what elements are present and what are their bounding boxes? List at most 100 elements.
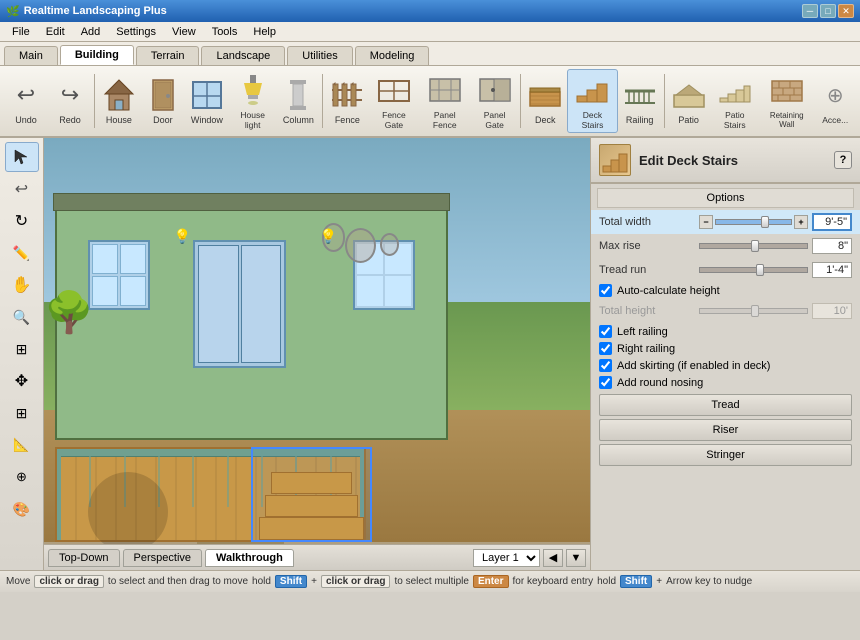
tool-undo2[interactable]: ↩ — [5, 174, 39, 204]
tool-select[interactable] — [5, 142, 39, 172]
tool-zoom-in[interactable]: 🔍 — [5, 302, 39, 332]
total-width-increase[interactable]: + — [794, 215, 808, 229]
maximize-button[interactable]: □ — [820, 4, 836, 18]
total-width-track[interactable] — [715, 219, 792, 225]
menu-edit[interactable]: Edit — [38, 24, 73, 40]
tool-crop[interactable]: ⊞ — [5, 334, 39, 364]
add-skirting-checkbox[interactable] — [599, 359, 612, 372]
toolbar-patio-label: Patio — [678, 115, 699, 125]
tab-terrain[interactable]: Terrain — [136, 46, 200, 65]
statusbar: Move click or drag to select and then dr… — [0, 570, 860, 592]
tab-building[interactable]: Building — [60, 45, 134, 65]
toolbar-deckstairs[interactable]: Deck Stairs — [567, 69, 617, 133]
tread-run-value[interactable] — [812, 262, 852, 278]
tab-main[interactable]: Main — [4, 46, 58, 65]
tool-grid[interactable]: ⊞ — [5, 398, 39, 428]
menu-add[interactable]: Add — [73, 24, 109, 40]
toolbar-fence[interactable]: Fence — [325, 75, 369, 127]
tread-run-track[interactable] — [699, 267, 808, 273]
deckstairs-icon — [574, 72, 610, 108]
menu-settings[interactable]: Settings — [108, 24, 164, 40]
max-rise-track[interactable] — [699, 243, 808, 249]
left-panel: ↩ ↻ ✏️ ✋ 🔍 ⊞ ✥ ⊞ 📐 ⊕ 🎨 — [0, 138, 44, 570]
toolbar-accessories[interactable]: ⊕ Acce... — [815, 75, 856, 127]
max-rise-value[interactable] — [812, 238, 852, 254]
auto-calc-label[interactable]: Auto-calculate height — [617, 285, 720, 297]
view-tab-walkthrough[interactable]: Walkthrough — [205, 549, 294, 567]
deck-icon — [527, 77, 563, 113]
total-height-slider-container — [699, 308, 808, 314]
toolbar-deck[interactable]: Deck — [523, 75, 567, 127]
toolbar-house[interactable]: House — [97, 75, 141, 127]
total-height-track — [699, 308, 808, 314]
window-icon — [189, 77, 225, 113]
left-railing-checkbox[interactable] — [599, 325, 612, 338]
tool-move[interactable]: ✥ — [5, 366, 39, 396]
toolbar-railing[interactable]: Railing — [618, 75, 662, 127]
toolbar-undo-label: Undo — [15, 115, 37, 125]
tool-measure[interactable]: 📐 — [5, 430, 39, 460]
toolbar-retainingwall[interactable]: Retaining Wall — [759, 71, 815, 131]
auto-calc-row: Auto-calculate height — [591, 282, 860, 299]
options-bar[interactable]: Options — [597, 188, 854, 208]
tool-pencil[interactable]: ✏️ — [5, 238, 39, 268]
tool-palette[interactable]: 🎨 — [5, 494, 39, 524]
tool-extra[interactable]: ⊕ — [5, 462, 39, 492]
add-round-nosing-checkbox[interactable] — [599, 376, 612, 389]
tab-modeling[interactable]: Modeling — [355, 46, 430, 65]
toolbar-column[interactable]: Column — [276, 75, 320, 127]
nav-next[interactable]: ▼ — [566, 549, 586, 567]
toolbar-undo[interactable]: ↩ Undo — [4, 75, 48, 127]
toolbar-window[interactable]: Window — [185, 75, 229, 127]
toolbar-houselight[interactable]: House light — [229, 70, 276, 132]
toolbar-redo[interactable]: ↪ Redo — [48, 75, 92, 127]
menu-tools[interactable]: Tools — [204, 24, 246, 40]
close-button[interactable]: ✕ — [838, 4, 854, 18]
status-clickdrag2: click or drag — [321, 575, 390, 588]
total-width-decrease[interactable]: − — [699, 215, 713, 229]
stringer-button[interactable]: Stringer — [599, 444, 852, 466]
railing-icon — [622, 77, 658, 113]
toolbar-fencegate[interactable]: Fence Gate — [369, 70, 418, 132]
toolbar-panelfence[interactable]: Panel Fence — [419, 70, 471, 132]
tab-landscape[interactable]: Landscape — [201, 46, 285, 65]
right-railing-label[interactable]: Right railing — [617, 343, 675, 355]
left-railing-label[interactable]: Left railing — [617, 326, 668, 338]
riser-button[interactable]: Riser — [599, 419, 852, 441]
toolbar-panelgate[interactable]: Panel Gate — [471, 70, 518, 132]
total-width-value[interactable] — [812, 213, 852, 231]
tread-button[interactable]: Tread — [599, 394, 852, 416]
tab-utilities[interactable]: Utilities — [287, 46, 352, 65]
toolbar-patiostairs[interactable]: Patio Stairs — [711, 70, 759, 132]
tool-rotate[interactable]: ↻ — [5, 206, 39, 236]
right-railing-checkbox[interactable] — [599, 342, 612, 355]
houselight-icon — [235, 72, 271, 108]
toolbar-railing-label: Railing — [626, 115, 654, 125]
auto-calc-checkbox[interactable] — [599, 284, 612, 297]
menu-file[interactable]: File — [4, 24, 38, 40]
layer-select[interactable]: Layer 1 — [473, 549, 540, 567]
nav-prev[interactable]: ◀ — [543, 549, 563, 567]
status-clickdrag1: click or drag — [34, 575, 103, 588]
menu-view[interactable]: View — [164, 24, 204, 40]
sep1 — [94, 74, 95, 128]
menu-help[interactable]: Help — [245, 24, 284, 40]
tool-hand[interactable]: ✋ — [5, 270, 39, 300]
toolbar-patiostairs-label: Patio Stairs — [715, 110, 755, 130]
menubar: File Edit Add Settings View Tools Help — [0, 22, 860, 42]
add-round-nosing-row: Add round nosing — [591, 374, 860, 391]
toolbar-patio[interactable]: Patio — [667, 75, 711, 127]
help-button[interactable]: ? — [834, 151, 852, 169]
app-icon: 🌿 — [6, 5, 20, 18]
view-tab-topdown[interactable]: Top-Down — [48, 549, 120, 567]
total-width-label: Total width — [599, 216, 699, 228]
toolbar-door[interactable]: Door — [141, 75, 185, 127]
tread-run-slider-container — [699, 267, 808, 273]
view-tab-perspective[interactable]: Perspective — [123, 549, 202, 567]
edit-panel-icon — [599, 144, 631, 176]
add-skirting-label[interactable]: Add skirting (if enabled in deck) — [617, 360, 770, 372]
viewport[interactable]: 💡 💡 — [44, 138, 590, 570]
add-round-nosing-label[interactable]: Add round nosing — [617, 377, 703, 389]
fencegate-icon — [376, 72, 412, 108]
minimize-button[interactable]: ─ — [802, 4, 818, 18]
